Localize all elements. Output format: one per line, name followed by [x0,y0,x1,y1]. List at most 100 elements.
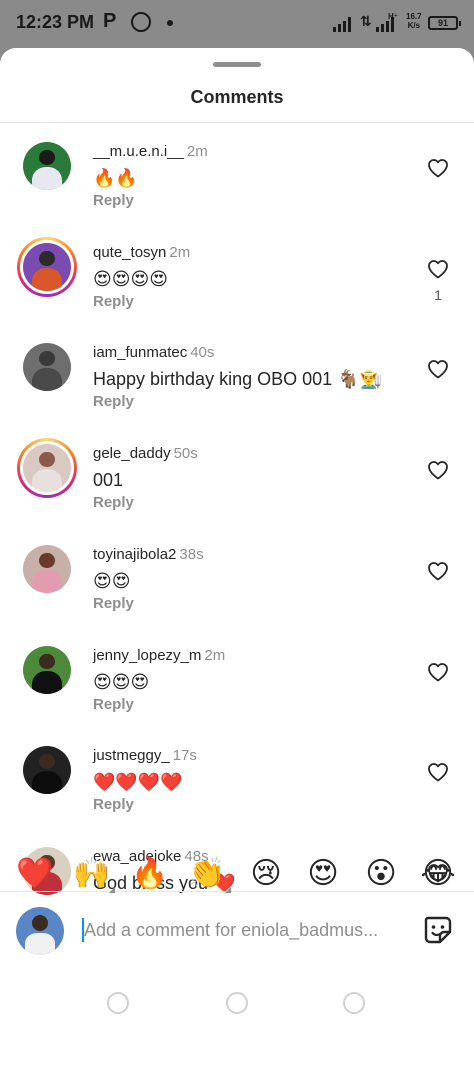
emoji-fire[interactable]: 🔥 [130,855,170,893]
avatar-image [23,746,71,794]
avatar-head [39,753,55,770]
reply-button[interactable]: Reply [93,494,134,511]
heart-icon[interactable] [426,257,450,281]
avatar[interactable] [23,646,71,694]
status-time: 12:23 PM [16,12,95,32]
avatar[interactable] [17,438,77,498]
avatar-body [31,670,63,694]
nav-recents-button[interactable] [107,992,129,1014]
emoji-heart[interactable]: ❤️ [15,855,55,893]
reply-button[interactable]: Reply [93,796,134,813]
heart-icon[interactable] [426,357,450,381]
avatar-head [39,653,55,670]
emoji-variant-indicator [109,887,115,893]
comment-row: __m.u.e.n.i__ 2m 🔥🔥 Reply [0,142,474,242]
comment-row: gele_daddy 50s 001 Reply [0,438,474,544]
comment-username[interactable]: toyinajibola2 [93,546,176,563]
reply-button[interactable]: Reply [93,192,134,209]
emoji-tears-of-joy[interactable]: 😂 [418,855,458,893]
avatar-body [31,166,63,190]
sticker-icon[interactable] [422,914,454,946]
like-count: 1 [434,287,442,303]
signal-icon [333,16,355,32]
avatar-head [39,552,55,569]
comment-time: 50s [173,445,198,462]
comment-text: 😍😍😍😍 [93,269,169,289]
avatar-image [23,646,71,694]
comment-row: toyinajibola2 38s 😍😍 Reply [0,545,474,645]
avatar-head [39,451,55,468]
avatar-image [23,142,71,190]
more-notifications-icon [167,20,173,26]
comment-meta: justmeggy_ 17s [93,746,197,766]
heart-icon[interactable] [426,458,450,482]
comment-text: ❤️❤️❤️❤️ [93,772,183,792]
network-speed-unit: K/s [407,21,421,30]
comment-time: 2m [169,244,191,261]
comment-time: 2m [186,143,208,160]
heart-icon[interactable] [426,660,450,684]
network-speed: 16.7 K/s [406,12,422,30]
comment-row: iam_funmatec 40s Happy birthday king OBO 0… [0,343,474,443]
whatsapp-icon [131,12,151,32]
comment-text: 001 [93,470,124,490]
avatar-head [39,250,55,267]
reply-button[interactable]: Reply [93,293,134,310]
network-speed-value: 16.7 [406,12,422,21]
emoji-clap[interactable]: 👏 [187,855,227,893]
emoji-surprised[interactable]: 😮 [361,855,401,893]
battery-icon: 91 [428,16,461,30]
avatar[interactable] [17,237,77,297]
heart-icon[interactable] [426,559,450,583]
avatar-image [20,240,74,294]
comment-username[interactable]: gele_daddy [93,445,171,462]
comment-meta: qute_tosyn 2m [93,243,190,263]
comment-time: 2m [204,647,226,664]
comment-composer [0,903,474,959]
emoji-crying[interactable]: 😢 [246,855,286,893]
avatar[interactable] [23,142,71,190]
page-title: Comments [190,87,284,107]
avatar[interactable] [23,746,71,794]
quick-emoji-bar: ❤️ 🙌 🔥 👏 😢 😍 😮 😂 [0,845,474,903]
comment-meta: __m.u.e.n.i__ 2m [93,142,208,162]
avatar-image [23,343,71,391]
reply-button[interactable]: Reply [93,696,134,713]
comment-username[interactable]: qute_tosyn [93,244,166,261]
avatar-body [31,468,63,492]
comment-username[interactable]: justmeggy_ [93,747,170,764]
comment-meta: iam_funmatec 40s [93,343,214,363]
emoji-heart-eyes[interactable]: 😍 [303,855,343,893]
nav-home-button[interactable] [226,992,248,1014]
comment-text: Happy birthday king OBO 001 🐐👨‍🌾 [93,369,382,389]
avatar-body [31,569,63,593]
nav-back-button[interactable] [343,992,365,1014]
drag-handle[interactable] [213,62,261,67]
comment-username[interactable]: __m.u.e.n.i__ [93,143,184,160]
comment-username[interactable]: jenny_lopezy_m [93,647,201,664]
comment-time: 17s [172,747,197,764]
notification-p-icon: P [103,10,117,32]
comment-time: 40s [190,344,215,361]
comment-time: 38s [179,546,204,563]
data-arrows-icon: ⇅ [360,13,372,29]
avatar[interactable] [23,343,71,391]
avatar[interactable] [23,545,71,593]
reply-button[interactable]: Reply [93,595,134,612]
emoji-raised-hands[interactable]: 🙌 [72,855,112,893]
comment-meta: toyinajibola2 38s [93,545,204,565]
avatar-image [20,441,74,495]
comment-text: 🔥🔥 [93,168,138,188]
avatar-head [39,350,55,367]
heart-icon[interactable] [426,156,450,180]
avatar-image [23,545,71,593]
comment-meta: gele_daddy 50s [93,444,198,464]
comment-username[interactable]: iam_funmatec [93,344,187,361]
header-divider [0,122,474,123]
comment-row: justmeggy_ 17s ❤️❤️❤️❤️ Reply [0,746,474,846]
comment-meta: jenny_lopezy_m 2m [93,646,225,666]
comment-input[interactable] [82,916,402,944]
heart-icon[interactable] [426,760,450,784]
avatar-body [31,267,63,291]
reply-button[interactable]: Reply [93,393,134,410]
